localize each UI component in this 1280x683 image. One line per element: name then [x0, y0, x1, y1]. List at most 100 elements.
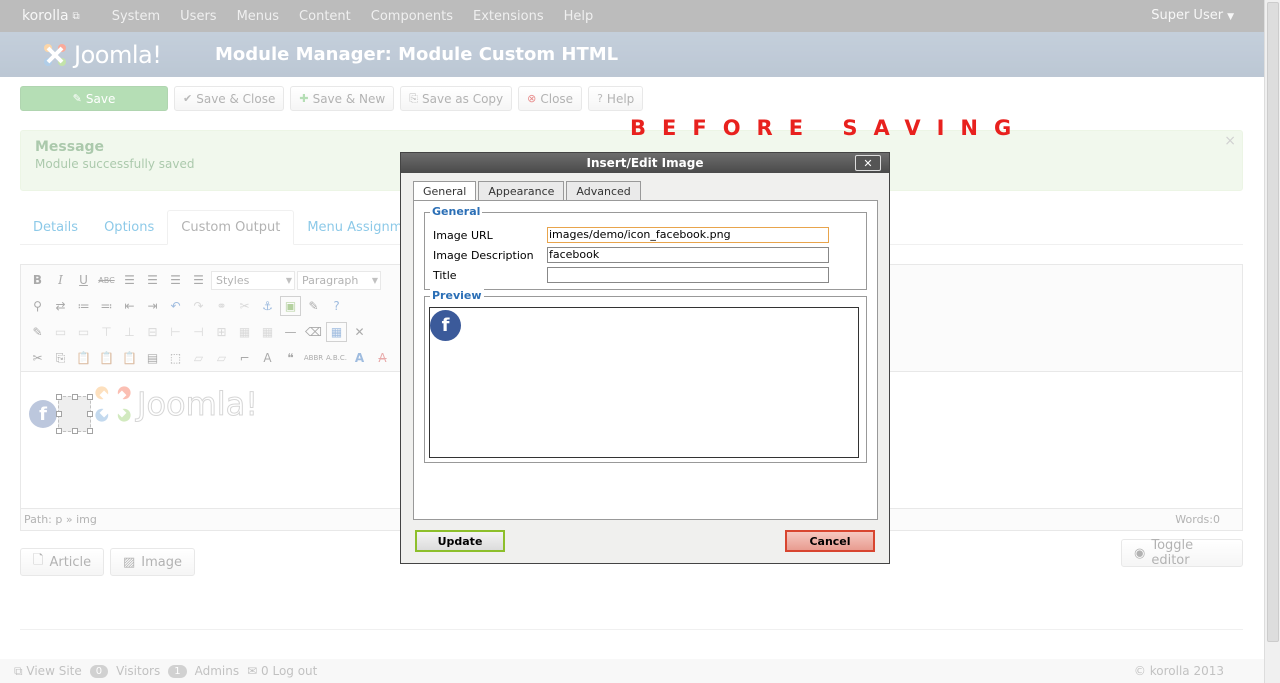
insert-image-icon[interactable]: ▣	[280, 296, 301, 316]
align-right-icon[interactable]: ☰	[165, 270, 186, 290]
delete-row-icon[interactable]: ⊟	[142, 322, 163, 342]
resize-handle[interactable]	[56, 428, 62, 434]
indent-icon[interactable]: ⇥	[142, 296, 163, 316]
redo-icon[interactable]: ↷	[188, 296, 209, 316]
resize-handle[interactable]	[72, 428, 78, 434]
select-all-icon[interactable]: ▤	[142, 348, 163, 368]
absolute-icon[interactable]: ⌐	[234, 348, 255, 368]
numbered-list-icon[interactable]: ≕	[96, 296, 117, 316]
resize-handle[interactable]	[56, 394, 62, 400]
dialog-tab-appearance[interactable]: Appearance	[478, 181, 565, 200]
eraser-icon[interactable]: ⌫	[303, 322, 324, 342]
close-button[interactable]: ⊗ Close	[518, 86, 583, 111]
insert-article-button[interactable]: 🗋 Article	[20, 548, 105, 576]
nav-content[interactable]: Content	[289, 9, 361, 24]
code-icon[interactable]: ✎	[27, 322, 48, 342]
strikethrough-icon[interactable]: ABC	[96, 270, 117, 290]
logout-link[interactable]: ✉ 0 Log out	[247, 664, 317, 678]
abbr-icon[interactable]: ABBR	[303, 348, 324, 368]
general-legend: General	[430, 205, 483, 218]
save-close-button[interactable]: ✔ Save & Close	[174, 86, 285, 111]
cleanup-icon[interactable]: ✎	[303, 296, 324, 316]
dialog-tab-advanced[interactable]: Advanced	[566, 181, 641, 200]
underline-icon[interactable]: U	[73, 270, 94, 290]
cancel-button[interactable]: Cancel	[785, 530, 875, 552]
image-description-input[interactable]: facebook	[547, 247, 829, 263]
find-icon[interactable]: ⚲	[27, 296, 48, 316]
style-props-icon[interactable]: A	[257, 348, 278, 368]
delete-col-icon[interactable]: ⊞	[211, 322, 232, 342]
styles-select[interactable]: Styles ▼	[211, 270, 295, 290]
save-new-button[interactable]: ✚ Save & New	[290, 86, 395, 111]
nav-help[interactable]: Help	[554, 9, 604, 24]
dialog-tab-general[interactable]: General	[413, 181, 477, 201]
image-url-input[interactable]: images/demo/icon_facebook.png	[547, 227, 829, 243]
italic-icon[interactable]: I	[50, 270, 71, 290]
page-scrollbar[interactable]	[1264, 0, 1280, 683]
layer-forward-icon[interactable]: ▱	[211, 348, 232, 368]
link-icon[interactable]: ⚭	[211, 296, 232, 316]
delete-text-icon[interactable]: A	[372, 348, 393, 368]
align-left-icon[interactable]: ☰	[119, 270, 140, 290]
paste-word-icon[interactable]: 📋	[119, 348, 140, 368]
insert-text-icon[interactable]: A	[349, 348, 370, 368]
tab-custom-output[interactable]: Custom Output	[167, 210, 295, 245]
tab-options[interactable]: Options	[91, 210, 167, 245]
nav-extensions[interactable]: Extensions	[463, 9, 554, 24]
tab-details[interactable]: Details	[20, 210, 91, 245]
resize-handle[interactable]	[87, 428, 93, 434]
undo-icon[interactable]: ↶	[165, 296, 186, 316]
admins-label: Admins	[194, 664, 240, 678]
table-cell-icon[interactable]: ▭	[73, 322, 94, 342]
align-center-icon[interactable]: ☰	[142, 270, 163, 290]
save-button[interactable]: ✎ Save	[20, 86, 168, 111]
copy-icon[interactable]: ⎘	[50, 348, 71, 368]
nav-users[interactable]: Users	[170, 9, 226, 24]
brand-link[interactable]: korolla ⧉	[0, 8, 102, 24]
cut-icon[interactable]: ✂	[27, 348, 48, 368]
dialog-close-button[interactable]: ✕	[855, 155, 881, 171]
remove-format-icon[interactable]: ✕	[349, 322, 370, 342]
editor-toolbar-row-3: ✎ ▭ ▭ ⊤ ⊥ ⊟ ⊢ ⊣ ⊞ ▦ ▦ — ⌫ ▦ ✕	[27, 320, 370, 344]
scrollbar-thumb[interactable]	[1267, 2, 1279, 642]
merge-cells-icon[interactable]: ▦	[257, 322, 278, 342]
view-site-link[interactable]: ⧉ View Site	[14, 664, 82, 679]
save-copy-button[interactable]: ⎘ Save as Copy	[400, 86, 513, 111]
layer-icon[interactable]: ▱	[188, 348, 209, 368]
table-row-icon[interactable]: ▭	[50, 322, 71, 342]
insert-col-before-icon[interactable]: ⊢	[165, 322, 186, 342]
help-button[interactable]: ? Help	[588, 86, 644, 111]
insert-row-after-icon[interactable]: ⊥	[119, 322, 140, 342]
bullet-list-icon[interactable]: ≔	[73, 296, 94, 316]
align-justify-icon[interactable]: ☰	[188, 270, 209, 290]
title-input[interactable]	[547, 267, 829, 283]
insert-row-before-icon[interactable]: ⊤	[96, 322, 117, 342]
insert-image-button[interactable]: ▨ Image	[110, 548, 196, 576]
table-icon[interactable]: ▦	[326, 322, 347, 342]
split-cells-icon[interactable]: ▦	[234, 322, 255, 342]
acronym-icon[interactable]: A.B.C.	[326, 348, 347, 368]
selected-image-frame[interactable]	[56, 394, 93, 434]
bold-icon[interactable]: B	[27, 270, 48, 290]
update-button[interactable]: Update	[415, 530, 505, 552]
blockquote-icon[interactable]: ❝	[280, 348, 301, 368]
horizontal-rule-icon[interactable]: —	[280, 322, 301, 342]
anchor-icon[interactable]: ⚓	[257, 296, 278, 316]
nav-menus[interactable]: Menus	[227, 9, 289, 24]
paste-icon[interactable]: 📋	[73, 348, 94, 368]
resize-handle[interactable]	[72, 394, 78, 400]
insert-col-after-icon[interactable]: ⊣	[188, 322, 209, 342]
nav-system[interactable]: System	[102, 9, 170, 24]
replace-icon[interactable]: ⇄	[50, 296, 71, 316]
outdent-icon[interactable]: ⇤	[119, 296, 140, 316]
visual-aid-icon[interactable]: ⬚	[165, 348, 186, 368]
resize-handle[interactable]	[56, 411, 62, 417]
paste-text-icon[interactable]: 📋	[96, 348, 117, 368]
unlink-icon[interactable]: ✂	[234, 296, 255, 316]
help-circle-icon[interactable]: ?	[326, 296, 347, 316]
user-menu[interactable]: Super User ▼	[1151, 8, 1234, 23]
nav-components[interactable]: Components	[361, 9, 463, 24]
message-close-icon[interactable]: ×	[1224, 133, 1236, 149]
format-select[interactable]: Paragraph ▼	[297, 270, 381, 290]
toggle-editor-button[interactable]: ◉ Toggle editor	[1121, 538, 1243, 568]
